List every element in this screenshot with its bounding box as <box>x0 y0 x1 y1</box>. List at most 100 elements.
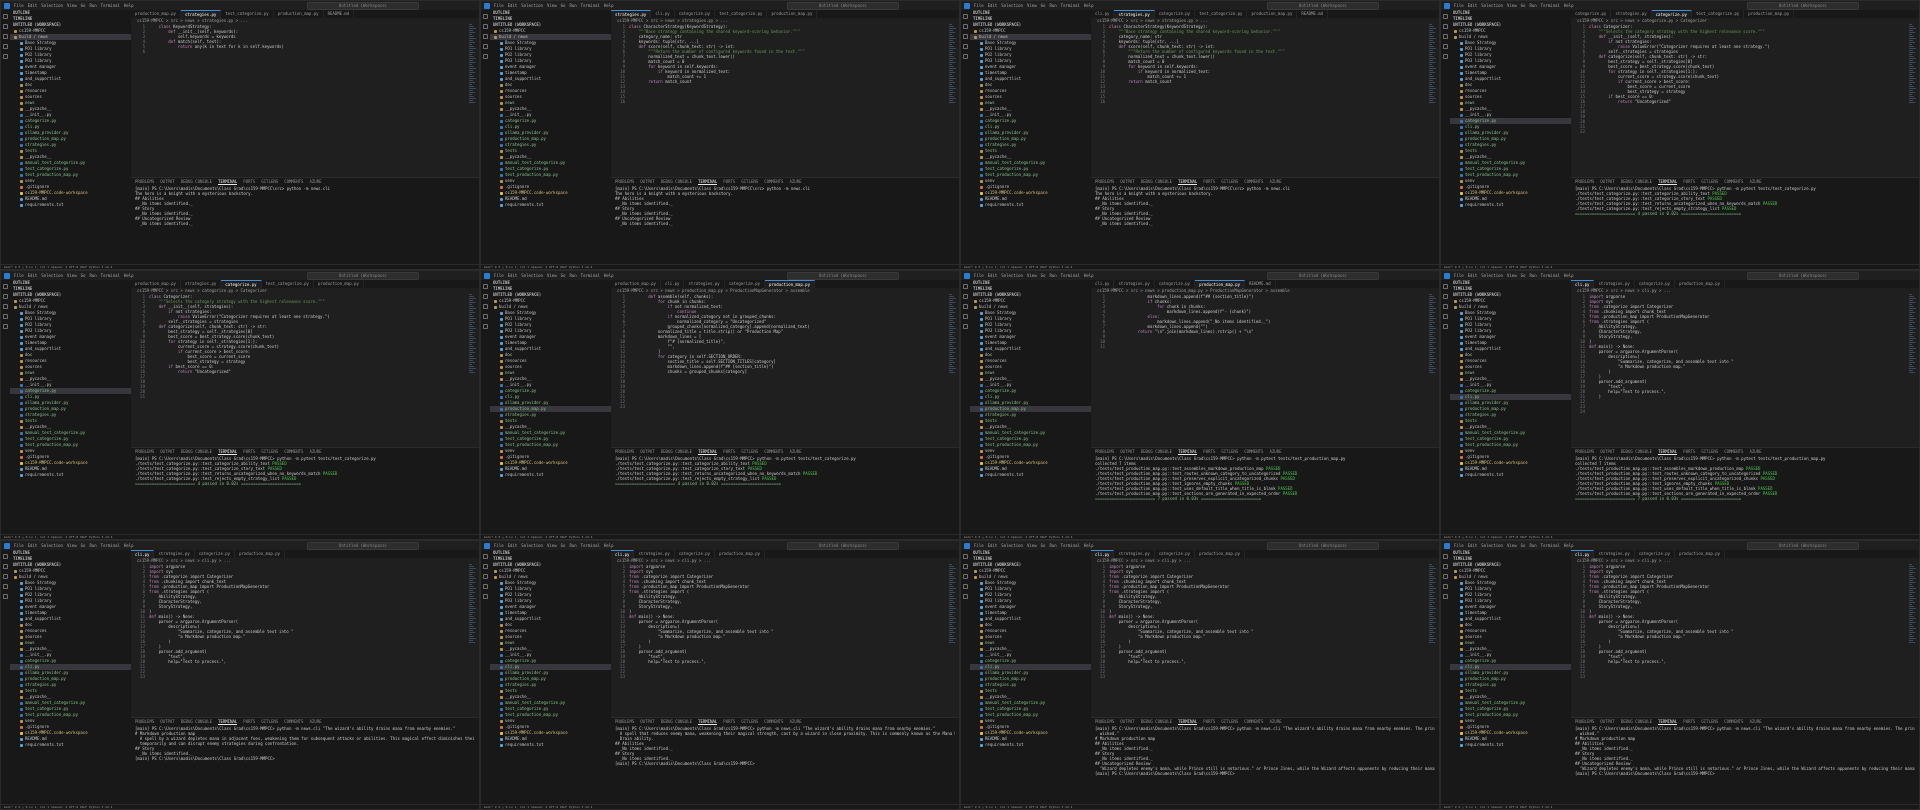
panel-tab[interactable]: COMMENTS <box>284 178 303 185</box>
menu-item[interactable]: File <box>1454 543 1464 548</box>
minimap[interactable] <box>949 24 957 175</box>
menu-item[interactable]: Selection <box>1481 273 1503 278</box>
panel-tab[interactable]: COMMENTS <box>1244 178 1263 185</box>
extensions-icon[interactable] <box>3 54 8 59</box>
editor-tab[interactable]: cli.py <box>1091 550 1115 558</box>
source-control-icon[interactable] <box>1443 574 1448 579</box>
editor-tab[interactable]: strategies.py <box>611 10 652 18</box>
terminal-output[interactable]: [main] PS C:\Users\madis\Documents\Class… <box>1095 456 1435 534</box>
command-center-search[interactable]: Untitled (Workspace) <box>787 541 899 550</box>
panel-tab[interactable]: PORTS <box>1683 448 1695 455</box>
run-debug-icon[interactable] <box>963 314 968 319</box>
panel-tab[interactable]: COMMENTS <box>1724 448 1743 455</box>
menu-item[interactable]: Terminal <box>1541 273 1560 278</box>
panel-tab[interactable]: PROBLEMS <box>1575 178 1594 185</box>
menu-item[interactable]: Terminal <box>1061 3 1080 8</box>
file-tree-item[interactable]: requirements.txt <box>970 202 1091 208</box>
code-editor[interactable]: 1 2 3 4 5 6 7 8 9 10 11 markdown_lines.append(f"##… <box>1091 294 1429 447</box>
editor-tab[interactable]: cli.py <box>661 280 685 288</box>
menu-item[interactable]: Run <box>1049 543 1056 548</box>
search-icon[interactable] <box>1443 294 1448 299</box>
run-debug-icon[interactable] <box>483 584 488 589</box>
panel-tab[interactable]: AZURE <box>1269 178 1281 185</box>
menu-item[interactable]: Terminal <box>581 543 600 548</box>
editor-tab[interactable]: README.md <box>1297 10 1329 18</box>
panel-tab[interactable]: DEBUG CONSOLE <box>181 178 212 185</box>
command-center-search[interactable]: Untitled (Workspace) <box>1747 541 1859 550</box>
menu-item[interactable]: Go <box>1041 273 1046 278</box>
editor-tab[interactable]: categorize.py <box>675 10 716 18</box>
panel-tab[interactable]: OUTPUT <box>640 178 654 185</box>
explorer-icon[interactable] <box>3 14 8 19</box>
source-control-icon[interactable] <box>483 304 488 309</box>
editor-tab[interactable]: strategies.py <box>1611 10 1652 18</box>
menu-item[interactable]: Go <box>561 3 566 8</box>
terminal-output[interactable]: [main] PS C:\Users\madis\Documents\Class… <box>1575 186 1915 264</box>
file-tree-item[interactable]: requirements.txt <box>970 472 1091 478</box>
file-tree-item[interactable]: requirements.txt <box>490 742 611 748</box>
menu-item[interactable]: Edit <box>988 273 998 278</box>
editor-tab[interactable]: strategies.py <box>180 10 222 18</box>
editor-tab[interactable]: categorize.py <box>1155 280 1196 288</box>
terminal-output[interactable]: [main] PS C:\Users\madis\Documents\Class… <box>615 456 955 534</box>
panel-tab[interactable]: DEBUG CONSOLE <box>661 448 692 455</box>
run-debug-icon[interactable] <box>1443 44 1448 49</box>
panel-tab[interactable]: DEBUG CONSOLE <box>181 718 212 725</box>
menu-item[interactable]: Edit <box>28 3 38 8</box>
menu-item[interactable]: Selection <box>1001 3 1023 8</box>
menu-item[interactable]: File <box>14 273 24 278</box>
editor-tab[interactable]: categorize.py <box>1651 10 1692 18</box>
panel-tab[interactable]: DEBUG CONSOLE <box>1141 718 1172 725</box>
terminal-output[interactable]: [main] PS C:\Users\madis\Documents\Class… <box>135 456 475 534</box>
menu-item[interactable]: Go <box>81 543 86 548</box>
panel-tab[interactable]: COMMENTS <box>1724 718 1743 725</box>
panel-tab[interactable]: GITLENS <box>741 178 758 185</box>
panel-tab[interactable]: OUTPUT <box>1120 718 1134 725</box>
panel-tab[interactable]: TERMINAL <box>698 448 718 455</box>
source-control-icon[interactable] <box>3 34 8 39</box>
panel-tab[interactable]: GITLENS <box>261 718 278 725</box>
menu-item[interactable]: Selection <box>1481 543 1503 548</box>
command-center-search[interactable]: Untitled (Workspace) <box>1747 1 1859 10</box>
search-icon[interactable] <box>483 294 488 299</box>
editor-tab[interactable]: README.md <box>324 10 355 18</box>
terminal-output[interactable]: [main] PS C:\Users\madis\Documents\Class… <box>1095 186 1435 264</box>
minimap[interactable] <box>469 564 477 715</box>
editor-tab[interactable]: production_map.py <box>611 280 661 288</box>
editor-tab[interactable]: strategies.py <box>1594 550 1635 558</box>
panel-tab[interactable]: OUTPUT <box>640 448 654 455</box>
command-center-search[interactable]: Untitled (Workspace) <box>1747 271 1859 280</box>
panel-tab[interactable]: DEBUG CONSOLE <box>1621 448 1652 455</box>
panel-tab[interactable]: PORTS <box>1683 178 1695 185</box>
search-icon[interactable] <box>3 564 8 569</box>
panel-tab[interactable]: AZURE <box>309 448 321 455</box>
source-control-icon[interactable] <box>483 34 488 39</box>
file-tree-item[interactable]: requirements.txt <box>1450 202 1571 208</box>
editor-tab[interactable]: test_categorize.py <box>262 280 314 288</box>
search-icon[interactable] <box>1443 24 1448 29</box>
editor-tab[interactable]: categorize.py <box>725 280 766 288</box>
menu-item[interactable]: View <box>1027 273 1037 278</box>
panel-tab[interactable]: OUTPUT <box>160 718 174 725</box>
menu-item[interactable]: Go <box>1521 3 1526 8</box>
menu-item[interactable]: Edit <box>988 3 998 8</box>
editor-tab[interactable]: cli.py <box>1091 10 1115 18</box>
panel-tab[interactable]: OUTPUT <box>1120 448 1134 455</box>
menu-item[interactable]: View <box>1507 543 1517 548</box>
source-control-icon[interactable] <box>1443 304 1448 309</box>
panel-tab[interactable]: PORTS <box>1203 448 1215 455</box>
panel-tab[interactable]: PROBLEMS <box>1095 718 1114 725</box>
panel-tab[interactable]: PROBLEMS <box>135 178 154 185</box>
minimap[interactable] <box>1429 24 1437 175</box>
panel-tab[interactable]: OUTPUT <box>640 718 654 725</box>
panel-tab[interactable]: PROBLEMS <box>135 718 154 725</box>
editor-tab[interactable]: production_map.py <box>767 10 818 18</box>
panel-tab[interactable]: PORTS <box>243 178 255 185</box>
editor-tab[interactable]: strategies.py <box>1114 280 1155 288</box>
panel-tab[interactable]: PORTS <box>243 718 255 725</box>
terminal-output[interactable]: [main] PS C:\Users\madis\Documents\Class… <box>1095 726 1435 804</box>
panel-tab[interactable]: PROBLEMS <box>615 178 634 185</box>
search-icon[interactable] <box>483 24 488 29</box>
minimap[interactable] <box>1429 564 1437 715</box>
command-center-search[interactable]: Untitled (Workspace) <box>1267 541 1379 550</box>
